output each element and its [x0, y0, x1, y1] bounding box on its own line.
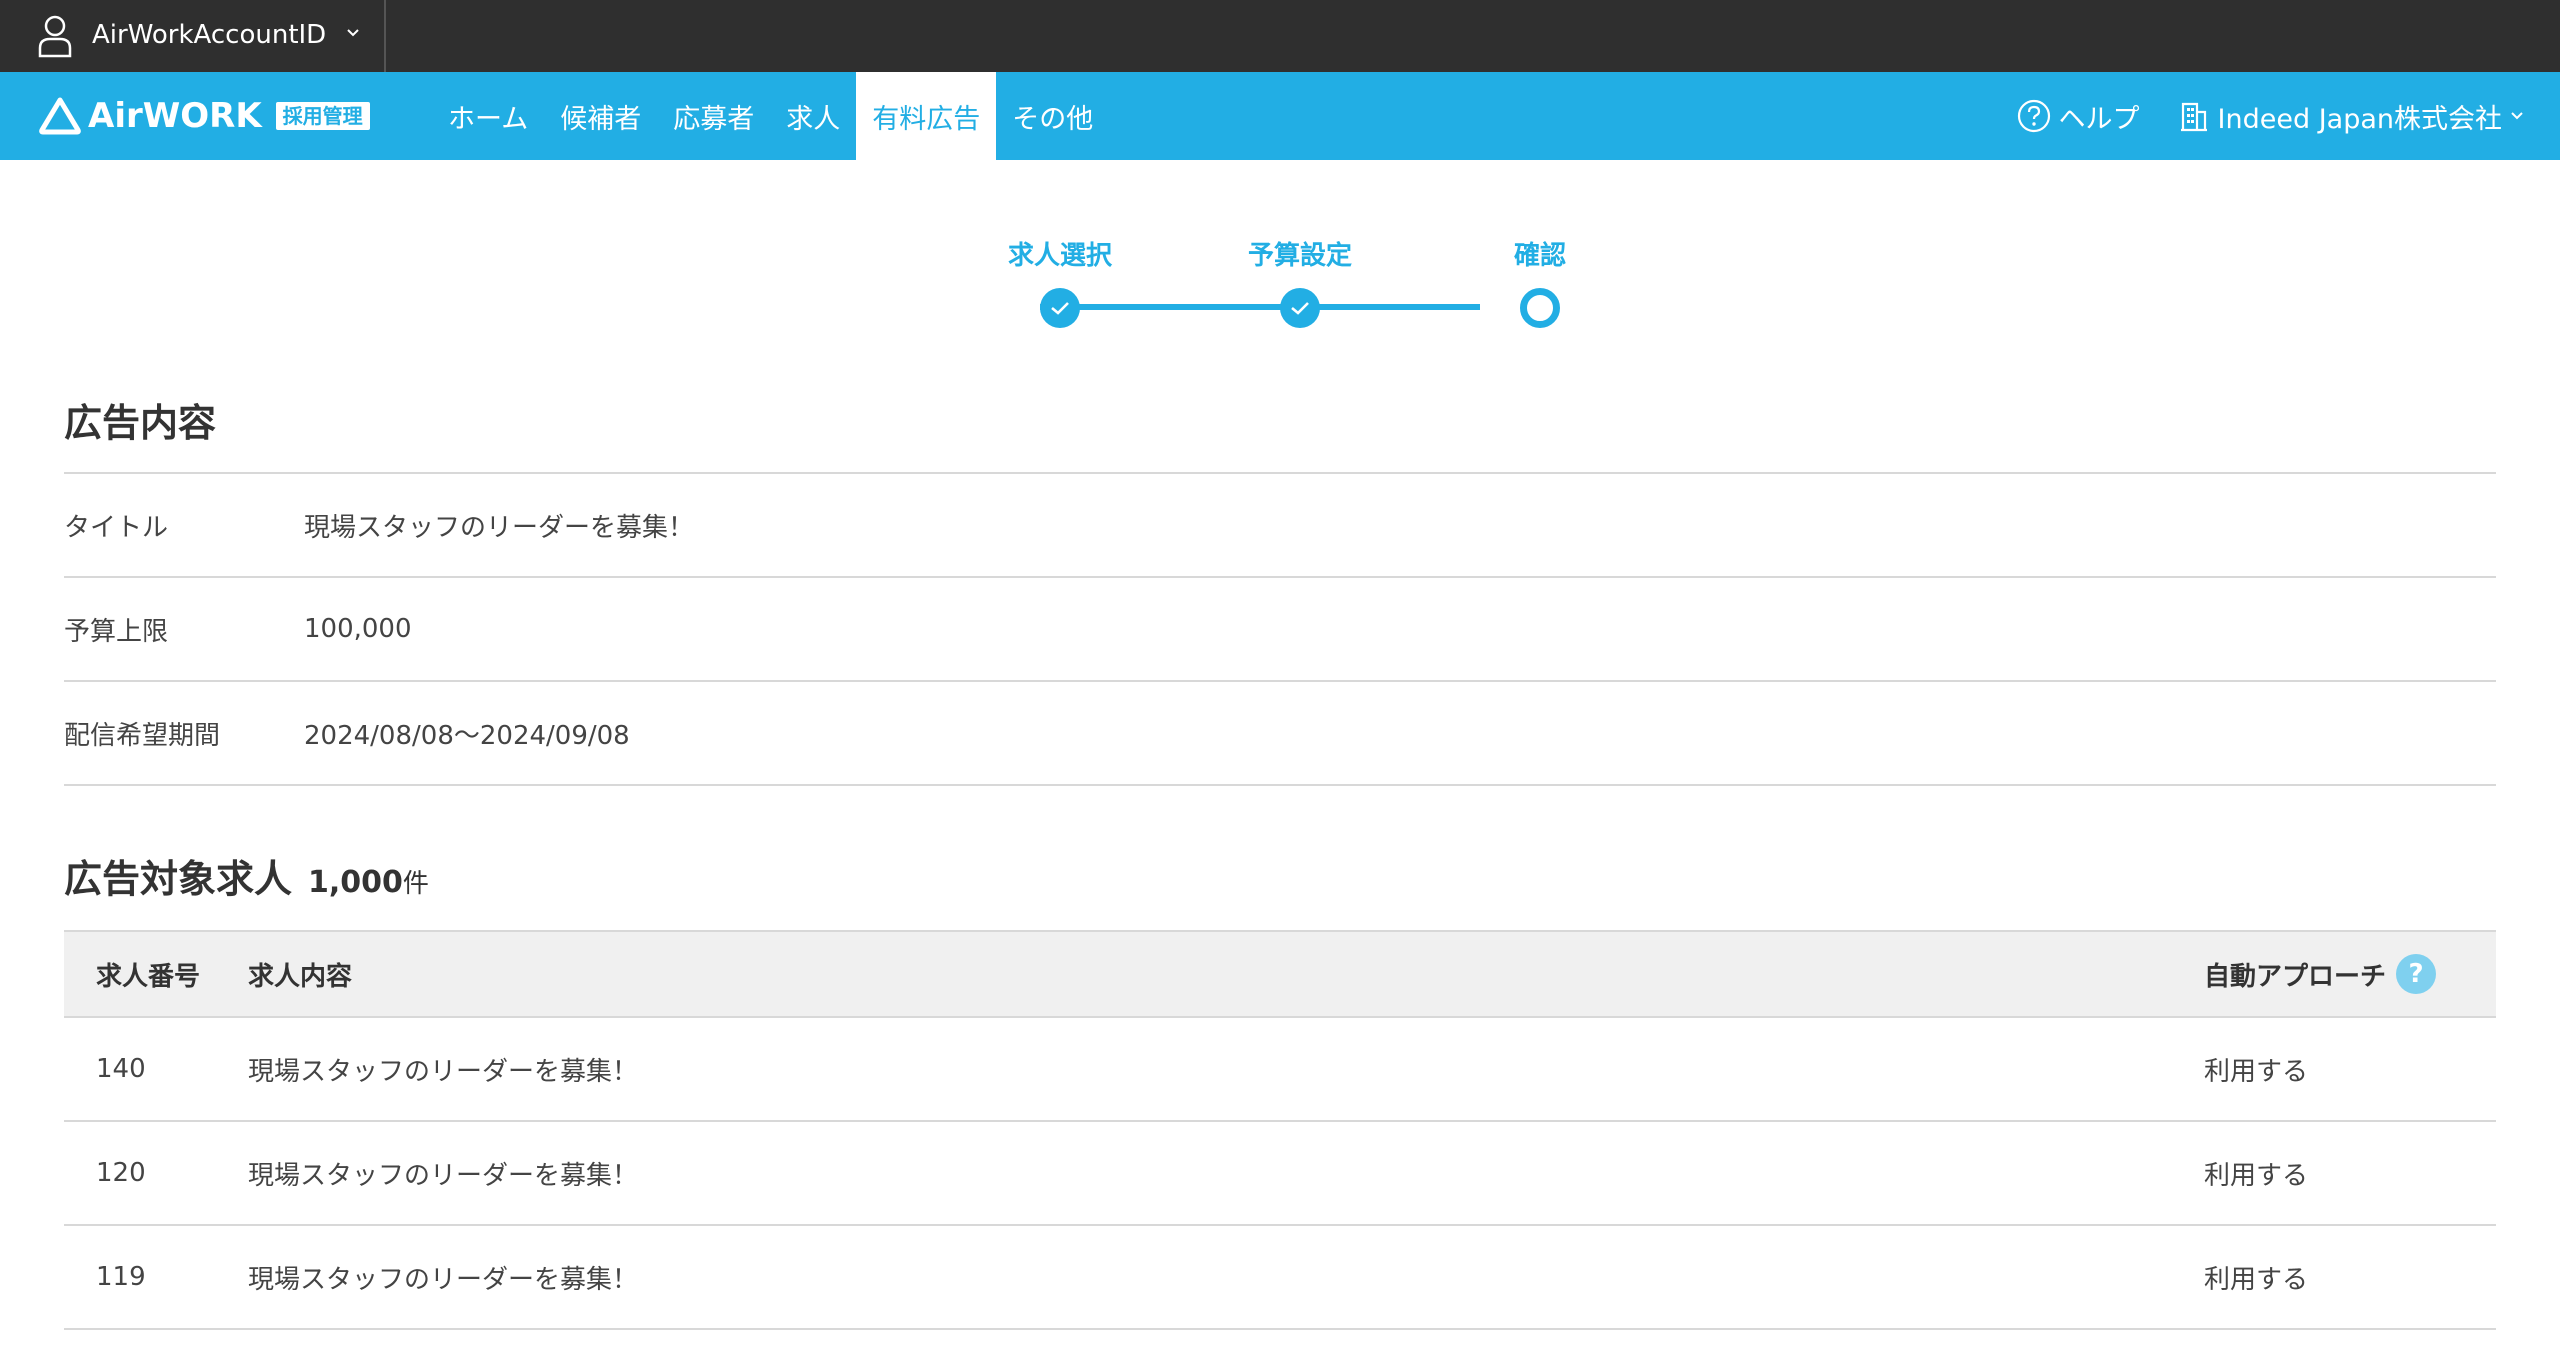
target-jobs-title-text: 広告対象求人	[64, 857, 293, 901]
job-number: 119	[96, 1262, 146, 1292]
nav-tab-home[interactable]: ホーム	[432, 72, 544, 160]
table-header: 求人番号 求人内容 自動アプローチ ?	[64, 930, 2496, 1018]
detail-row-budget: 予算上限 100,000	[64, 578, 2496, 682]
header-auto-approach: 自動アプローチ ?	[2204, 954, 2437, 994]
detail-value: 現場スタッフのリーダーを募集！	[304, 512, 695, 543]
question-circle-icon	[2017, 99, 2050, 133]
airwork-logo[interactable]: AirWORK 採用管理	[38, 92, 370, 140]
logo-badge: 採用管理	[275, 102, 370, 130]
header-job-number: 求人番号	[96, 961, 201, 992]
account-name: AirWorkAccountID	[92, 20, 327, 50]
detail-label: 配信希望期間	[64, 720, 221, 751]
step-budget-setting: 予算設定	[1200, 238, 1400, 328]
job-content: 現場スタッフのリーダーを募集！	[248, 1264, 639, 1295]
job-auto-approach: 利用する	[2204, 1160, 2309, 1191]
nav-tab-candidates[interactable]: 候補者	[544, 72, 657, 160]
job-number: 120	[96, 1158, 146, 1188]
logo-triangle-icon	[39, 97, 81, 135]
check-icon	[1291, 302, 1309, 315]
detail-value: 100,000	[304, 614, 412, 644]
table-row: 120 現場スタッフのリーダーを募集！ 利用する	[64, 1122, 2496, 1226]
ad-content-table: タイトル 現場スタッフのリーダーを募集！ 予算上限 100,000 配信希望期間…	[64, 472, 2496, 786]
nav-tab-applicants[interactable]: 応募者	[657, 72, 770, 160]
target-jobs-table: 求人番号 求人内容 自動アプローチ ? 140 現場スタッフのリーダーを募集！ …	[64, 930, 2496, 1330]
chevron-down-icon	[2511, 112, 2523, 120]
job-auto-approach: 利用する	[2204, 1264, 2309, 1295]
job-auto-approach: 利用する	[2204, 1056, 2309, 1087]
ad-content-title: 広告内容	[64, 401, 217, 445]
company-switcher[interactable]: Indeed Japan株式会社	[2180, 97, 2524, 136]
target-jobs-title: 広告対象求人 1,000件	[64, 848, 429, 903]
help-label: ヘルプ	[2058, 103, 2140, 135]
nav-tab-paid-ads[interactable]: 有料広告	[856, 72, 997, 160]
step-job-selection: 求人選択	[960, 238, 1160, 328]
nav-tab-jobs[interactable]: 求人	[770, 72, 856, 160]
target-jobs-count: 1,000	[308, 865, 403, 900]
table-row: 119 現場スタッフのリーダーを募集！ 利用する	[64, 1226, 2496, 1330]
job-content: 現場スタッフのリーダーを募集！	[248, 1056, 639, 1087]
header-job-content: 求人内容	[248, 961, 353, 992]
nav-tabs: ホーム 候補者 応募者 求人 有料広告 その他	[432, 72, 1109, 160]
job-number: 140	[96, 1054, 146, 1084]
help-icon[interactable]: ?	[2396, 954, 2437, 994]
job-content: 現場スタッフのリーダーを募集！	[248, 1160, 639, 1191]
nav-tab-other[interactable]: その他	[996, 72, 1109, 160]
help-link[interactable]: ヘルプ	[2017, 97, 2140, 136]
building-icon	[2180, 102, 2207, 132]
global-nav: AirWORK 採用管理 ホーム 候補者 応募者 求人 有料広告 その他 ヘルプ	[0, 72, 2560, 160]
check-icon	[1051, 302, 1069, 315]
step-label: 予算設定	[1247, 241, 1352, 271]
account-switcher[interactable]: AirWorkAccountID	[0, 0, 386, 72]
step-label: 求人選択	[1007, 241, 1112, 271]
detail-row-title: タイトル 現場スタッフのリーダーを募集！	[64, 474, 2496, 578]
step-done-dot	[1040, 288, 1080, 328]
step-current-dot	[1520, 288, 1560, 328]
logo-text: AirWORK	[88, 96, 262, 136]
company-name: Indeed Japan株式会社	[2217, 103, 2502, 135]
table-row: 140 現場スタッフのリーダーを募集！ 利用する	[64, 1018, 2496, 1122]
detail-value: 2024/08/08〜2024/09/08	[304, 720, 630, 751]
detail-label: 予算上限	[64, 616, 169, 647]
detail-row-period: 配信希望期間 2024/08/08〜2024/09/08	[64, 682, 2496, 786]
chevron-down-icon	[347, 29, 359, 37]
nav-right: ヘルプ Indeed Japan株式会社	[2017, 72, 2524, 160]
detail-label: タイトル	[64, 512, 169, 543]
person-icon	[38, 15, 72, 58]
stepper-line	[1040, 304, 1480, 310]
header-auto-approach-label: 自動アプローチ	[2204, 961, 2387, 992]
step-confirmation: 確認	[1440, 238, 1640, 328]
progress-stepper: 求人選択 予算設定 確認	[960, 238, 1566, 338]
account-bar: AirWorkAccountID	[0, 0, 2560, 72]
step-done-dot	[1280, 288, 1320, 328]
step-label: 確認	[1513, 241, 1566, 271]
target-jobs-count-unit: 件	[402, 869, 429, 899]
